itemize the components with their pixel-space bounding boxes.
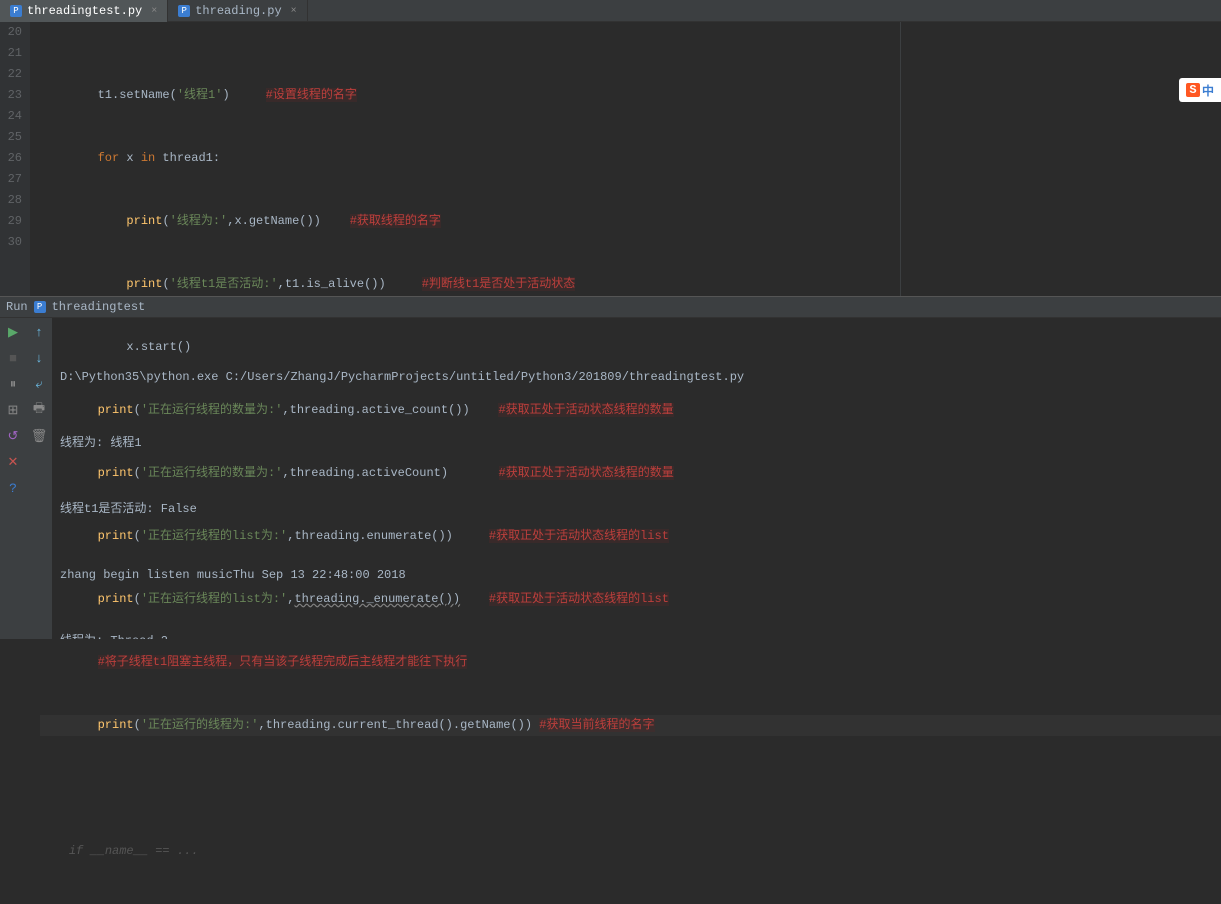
run-label: Run: [6, 300, 28, 314]
pause-icon[interactable]: ⏸: [5, 376, 21, 392]
python-file-icon: P: [178, 5, 190, 17]
rerun-icon[interactable]: ▶: [5, 324, 21, 340]
python-file-icon: P: [10, 5, 22, 17]
ime-indicator[interactable]: S 中: [1179, 78, 1221, 102]
tab-threadingtest[interactable]: P threadingtest.py ×: [0, 0, 168, 22]
right-margin: [900, 22, 901, 296]
code-area[interactable]: t1.setName('线程1') #设置线程的名字 for x in thre…: [30, 22, 1221, 296]
editor-tabs: P threadingtest.py × P threading.py ×: [0, 0, 1221, 22]
tab-label: threading.py: [195, 4, 281, 18]
structure-icon[interactable]: ⊞: [5, 402, 21, 418]
close-icon[interactable]: ✕: [5, 454, 21, 470]
tab-threading[interactable]: P threading.py ×: [168, 0, 307, 22]
ime-cn-label: 中: [1202, 82, 1214, 99]
run-toolbar-left: ▶ ■ ⏸ ⊞ ↺ ✕ ?: [0, 318, 26, 639]
close-icon[interactable]: ×: [151, 6, 157, 17]
help-icon[interactable]: ?: [5, 480, 21, 496]
tab-label: threadingtest.py: [27, 4, 142, 18]
ime-sogou-icon: S: [1186, 83, 1200, 97]
close-icon[interactable]: ×: [291, 6, 297, 17]
line-gutter: 2021222324252627282930: [0, 22, 30, 296]
restore-icon[interactable]: ↺: [5, 428, 21, 444]
code-editor[interactable]: 2021222324252627282930 t1.setName('线程1')…: [0, 22, 1221, 296]
stop-icon[interactable]: ■: [5, 350, 21, 366]
